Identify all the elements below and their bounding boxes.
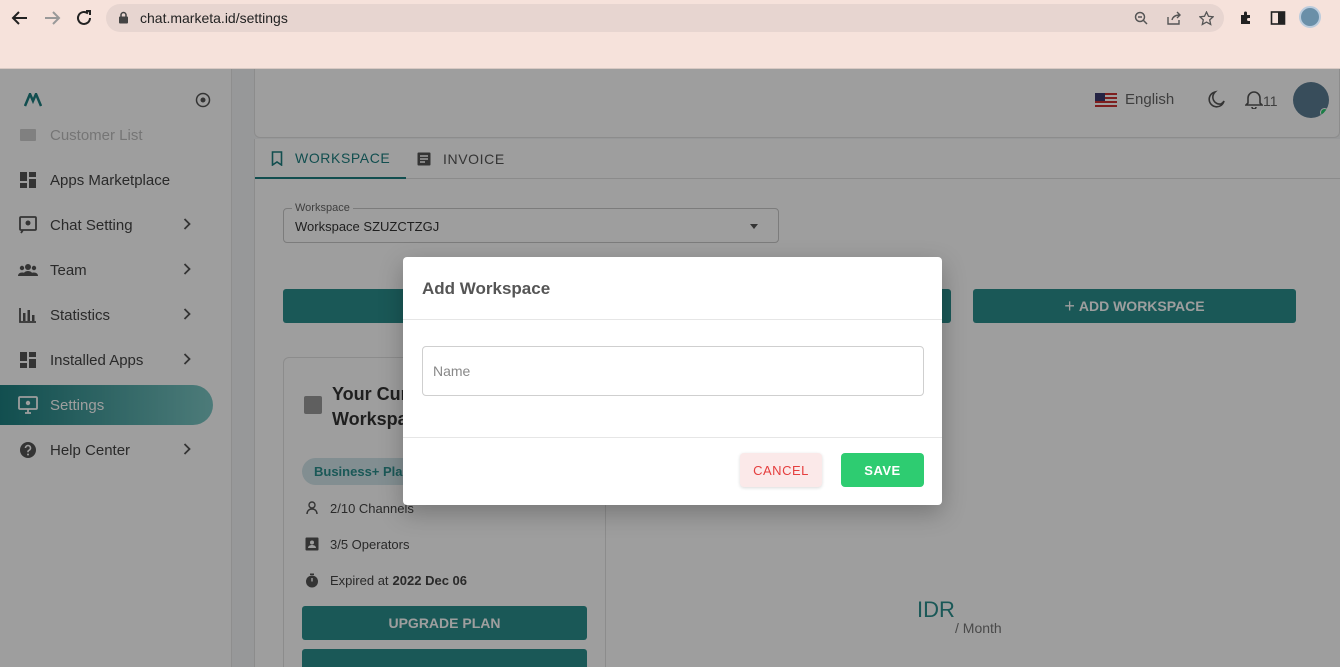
divider — [403, 437, 942, 438]
star-icon[interactable] — [1197, 9, 1215, 27]
forward-icon[interactable] — [40, 6, 64, 30]
dialog-title: Add Workspace — [422, 279, 551, 298]
share-icon[interactable] — [1165, 9, 1183, 27]
lock-icon — [118, 11, 129, 29]
address-bar[interactable]: chat.marketa.id/settings — [106, 4, 1224, 32]
browser-chrome: chat.marketa.id/settings — [0, 0, 1340, 69]
add-workspace-dialog: Add Workspace CANCEL SAVE — [403, 257, 942, 505]
url-text: chat.marketa.id/settings — [140, 10, 288, 26]
reload-icon[interactable] — [72, 6, 96, 30]
extensions-icon[interactable] — [1234, 6, 1258, 30]
workspace-name-input[interactable] — [422, 346, 924, 396]
cancel-button[interactable]: CANCEL — [740, 453, 822, 487]
save-button[interactable]: SAVE — [841, 453, 924, 487]
side-panel-icon[interactable] — [1266, 6, 1290, 30]
divider — [403, 319, 942, 320]
zoom-icon[interactable] — [1132, 9, 1150, 27]
profile-avatar[interactable] — [1299, 6, 1321, 28]
back-icon[interactable] — [8, 6, 32, 30]
